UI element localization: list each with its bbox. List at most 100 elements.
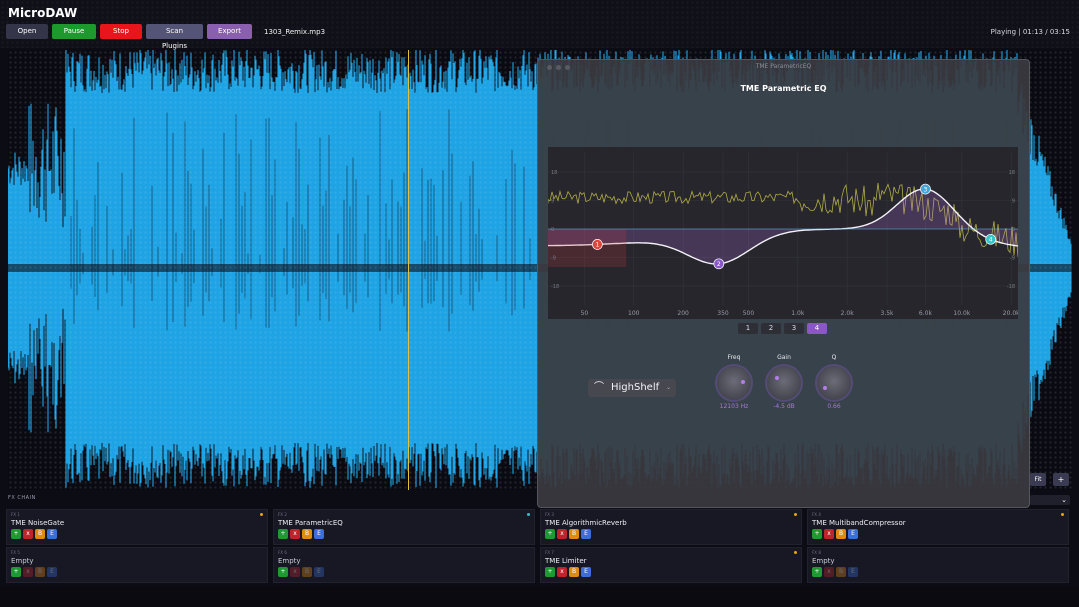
- fx-slot-number: FX 3: [545, 512, 554, 517]
- fx-edit-button[interactable]: E: [581, 567, 591, 577]
- fx-remove-button[interactable]: x: [824, 529, 834, 539]
- fx-slot-number: FX 8: [812, 550, 821, 555]
- fx-edit-button[interactable]: E: [314, 567, 324, 577]
- db-axis-label: 0: [1012, 227, 1015, 233]
- fx-remove-button[interactable]: x: [557, 529, 567, 539]
- eq-graph[interactable]: 1 2 3 4 50 100 200 350 500 1.0k 2.0k 3.5k 6.0k 10.0k 2…: [548, 147, 1018, 319]
- fx-add-button[interactable]: +: [812, 567, 822, 577]
- freq-knob[interactable]: [717, 366, 751, 400]
- fx-collapse-button[interactable]: ⌄: [1030, 495, 1070, 505]
- file-name: 1303_Remix.mp3: [264, 27, 326, 36]
- q-knob[interactable]: [817, 366, 851, 400]
- fx-slot[interactable]: FX 6 Empty + x B E: [273, 547, 535, 583]
- fx-slot[interactable]: FX 3 TME AlgorithmicReverb + x B E: [540, 509, 802, 545]
- band-tab-3[interactable]: 3: [784, 323, 804, 334]
- fx-slot[interactable]: FX 8 Empty + x B E: [807, 547, 1069, 583]
- fx-status-led: [794, 551, 797, 554]
- fx-edit-button[interactable]: E: [848, 567, 858, 577]
- export-button[interactable]: Export: [207, 24, 252, 39]
- playback-status: Playing | 01:13 / 03:15: [990, 28, 1070, 36]
- fx-remove-button[interactable]: x: [557, 567, 567, 577]
- fx-slot-buttons: + x B E: [11, 529, 57, 539]
- fx-remove-button[interactable]: x: [23, 567, 33, 577]
- band-tab-4[interactable]: 4: [807, 323, 827, 334]
- db-axis-label: 18: [1009, 170, 1015, 176]
- fx-add-button[interactable]: +: [545, 529, 555, 539]
- stop-button[interactable]: Stop: [100, 24, 142, 39]
- fit-button[interactable]: Fit: [1030, 473, 1046, 486]
- fx-slot[interactable]: FX 5 Empty + x B E: [6, 547, 268, 583]
- fx-remove-button[interactable]: x: [23, 529, 33, 539]
- low-band-region: [548, 229, 627, 267]
- plugin-heading: TME Parametric EQ: [740, 84, 827, 93]
- zoom-in-button[interactable]: +: [1053, 473, 1069, 486]
- chevron-down-icon: ⌄: [665, 384, 671, 391]
- fx-slot-buttons: + x B E: [812, 529, 858, 539]
- freq-axis-label: 50: [581, 310, 589, 317]
- fx-slot-name: TME AlgorithmicReverb: [545, 519, 627, 527]
- fx-slot[interactable]: FX 4 TME MultibandCompressor + x B E: [807, 509, 1069, 545]
- plugin-titlebar[interactable]: TME ParametricEQ: [538, 60, 1029, 74]
- fx-slot-name: TME MultibandCompressor: [812, 519, 906, 527]
- shelf-curve-icon: ⌒: [594, 382, 604, 393]
- plugin-window[interactable]: TME ParametricEQ TME Parametric EQ 12345…: [537, 59, 1030, 508]
- fx-remove-button[interactable]: x: [290, 529, 300, 539]
- fx-bypass-button[interactable]: B: [836, 567, 846, 577]
- q-knob-group: Q 0.66: [809, 354, 859, 410]
- band-tab-1[interactable]: 1: [738, 323, 758, 334]
- scan-plugins-button[interactable]: Scan Plugins: [146, 24, 203, 50]
- fx-slot-name: Empty: [11, 557, 34, 565]
- db-axis-label: 9: [1012, 199, 1015, 205]
- chevron-down-icon: ⌄: [1061, 496, 1067, 504]
- fx-add-button[interactable]: +: [11, 567, 21, 577]
- fx-slot[interactable]: FX 2 TME ParametricEQ + x B E: [273, 509, 535, 545]
- band-tab-2[interactable]: 2: [761, 323, 781, 334]
- fx-bypass-button[interactable]: B: [569, 529, 579, 539]
- freq-axis-label: 500: [743, 310, 755, 317]
- fx-edit-button[interactable]: E: [314, 529, 324, 539]
- fx-edit-button[interactable]: E: [47, 529, 57, 539]
- fx-slot-buttons: + x B E: [278, 567, 324, 577]
- fx-edit-button[interactable]: E: [848, 529, 858, 539]
- db-axis-label: 9: [551, 199, 554, 205]
- pause-button[interactable]: Pause: [52, 24, 96, 39]
- fx-status-led: [260, 513, 263, 516]
- open-button[interactable]: Open: [6, 24, 48, 39]
- band-node-label: 3: [924, 186, 928, 193]
- fx-slot[interactable]: FX 1 TME NoiseGate + x B E: [6, 509, 268, 545]
- fx-chain-label: FX CHAIN: [8, 495, 36, 501]
- db-axis-label: -9: [551, 256, 556, 262]
- fx-edit-button[interactable]: E: [581, 529, 591, 539]
- freq-axis-label: 2.0k: [841, 310, 855, 317]
- fx-slot-name: TME NoiseGate: [11, 519, 65, 527]
- fx-bypass-button[interactable]: B: [302, 529, 312, 539]
- fx-add-button[interactable]: +: [11, 529, 21, 539]
- toolbar: Open Pause Stop Scan Plugins Export 1303…: [6, 24, 326, 50]
- freq-axis-label: 6.0k: [919, 310, 933, 317]
- fx-slot-buttons: + x B E: [545, 529, 591, 539]
- fx-slot-buttons: + x B E: [812, 567, 858, 577]
- fx-add-button[interactable]: +: [812, 529, 822, 539]
- fx-bypass-button[interactable]: B: [569, 567, 579, 577]
- freq-axis-label: 20.0k: [1003, 310, 1018, 317]
- filter-type-select[interactable]: ⌒ HighShelf ⌄: [588, 379, 676, 397]
- fx-bypass-button[interactable]: B: [35, 567, 45, 577]
- fx-bypass-button[interactable]: B: [35, 529, 45, 539]
- db-axis-label: -18: [551, 284, 559, 290]
- fx-add-button[interactable]: +: [545, 567, 555, 577]
- fx-remove-button[interactable]: x: [290, 567, 300, 577]
- freq-axis-label: 10.0k: [953, 310, 970, 317]
- eq-curve-canvas: 1 2 3 4 50 100 200 350 500 1.0k 2.0k 3.5k 6.0k 10.0k 2…: [548, 153, 1018, 317]
- fx-bypass-button[interactable]: B: [302, 567, 312, 577]
- fx-bypass-button[interactable]: B: [836, 529, 846, 539]
- fx-slot[interactable]: FX 7 TME Limiter + x B E: [540, 547, 802, 583]
- fx-remove-button[interactable]: x: [824, 567, 834, 577]
- fx-slot-name: TME Limiter: [545, 557, 587, 565]
- db-axis-label: 0: [551, 227, 554, 233]
- playhead[interactable]: [408, 50, 409, 490]
- band-node-label: 1: [595, 242, 599, 249]
- fx-add-button[interactable]: +: [278, 529, 288, 539]
- fx-add-button[interactable]: +: [278, 567, 288, 577]
- fx-edit-button[interactable]: E: [47, 567, 57, 577]
- gain-knob[interactable]: [767, 366, 801, 400]
